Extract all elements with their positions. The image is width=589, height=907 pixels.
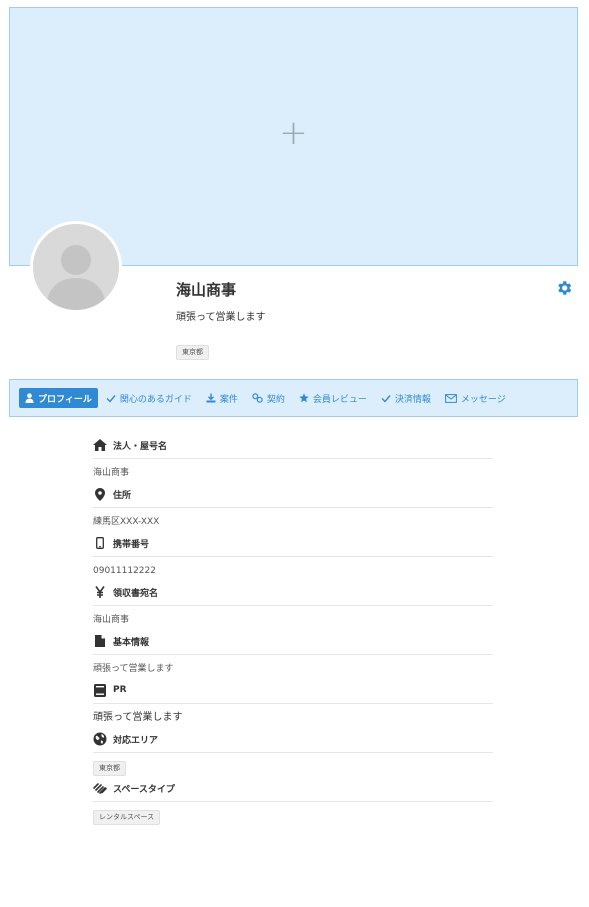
section-basic-info: 基本情報 [93,632,493,655]
section-space-type: スペースタイプ [93,779,493,802]
section-label: 対応エリア [113,735,159,746]
tab-label: プロフィール [38,394,92,405]
tab-contracts[interactable]: 契約 [246,388,291,408]
section-label: 法人・屋号名 [113,441,168,452]
squarespace-icon [93,781,107,795]
tab-payment-info[interactable]: 決済情報 [375,388,437,408]
tab-label: 契約 [266,394,285,405]
check-icon [381,394,391,403]
section-label: 基本情報 [113,637,150,648]
receipt-name-value: 海山商事 [93,615,130,625]
tab-messages[interactable]: メッセージ [439,388,512,408]
tab-label: 案件 [219,394,238,405]
profile-name: 海山商事 [176,281,237,299]
tab-label: メッセージ [460,394,506,405]
person-icon [25,393,34,403]
basic-info-value: 頑張って営業します [93,664,174,674]
tab-label: 関心のあるガイド [119,394,192,405]
service-area-value: 東京都 [93,753,493,779]
gear-icon[interactable] [555,279,573,297]
tab-profile[interactable]: プロフィール [19,388,98,408]
section-label: 住所 [113,490,132,501]
star-icon [299,393,309,403]
area-chip: 東京都 [93,761,126,776]
add-cover-icon: + [279,112,308,153]
section-label: 携帯番号 [113,539,150,550]
yen-icon [93,585,107,599]
pr-value: 頑張って営業します [93,712,183,723]
book-icon [93,683,107,697]
document-icon [93,634,107,648]
company-name-value: 海山商事 [93,468,130,478]
link-icon [252,393,263,403]
profile-tab-bar: プロフィール 関心のあるガイド 案件 契約 会員レビュー 決済情報 メッセージ [9,379,578,417]
section-address: 住所 [93,485,493,508]
space-type-chip: レンタルスペース [93,810,161,825]
tab-interested-guides[interactable]: 関心のあるガイド [100,388,198,408]
section-receipt-name: 領収書宛名 [93,583,493,606]
mobile-icon [93,536,107,550]
section-label: スペースタイプ [113,784,175,795]
envelope-icon [445,393,457,403]
tab-label: 会員レビュー [312,394,367,405]
area-chip: 東京都 [176,345,209,360]
section-company-name: 法人・屋号名 [93,436,493,459]
check-icon [106,394,116,403]
space-type-value: レンタルスペース [93,802,493,828]
default-avatar-icon [33,224,119,310]
globe-icon [93,732,107,746]
tab-projects[interactable]: 案件 [200,388,244,408]
tab-member-reviews[interactable]: 会員レビュー [293,388,373,408]
download-icon [206,393,216,403]
address-value: 練馬区XXX-XXX [93,517,160,527]
section-label: 領収書宛名 [113,588,159,599]
tab-label: 決済情報 [394,394,431,405]
section-mobile-number: 携帯番号 [93,534,493,557]
section-service-area: 対応エリア [93,730,493,753]
home-icon [93,438,107,452]
profile-details: 法人・屋号名 海山商事 住所 練馬区XXX-XXX 携帯番号 090111122… [93,436,493,828]
section-label: PR [113,685,127,695]
map-pin-icon [93,487,107,501]
section-pr: PR [93,681,493,704]
mobile-number-value: 09011112222 [93,566,156,576]
avatar[interactable] [30,221,122,313]
profile-tagline: 頑張って営業します [176,312,266,323]
